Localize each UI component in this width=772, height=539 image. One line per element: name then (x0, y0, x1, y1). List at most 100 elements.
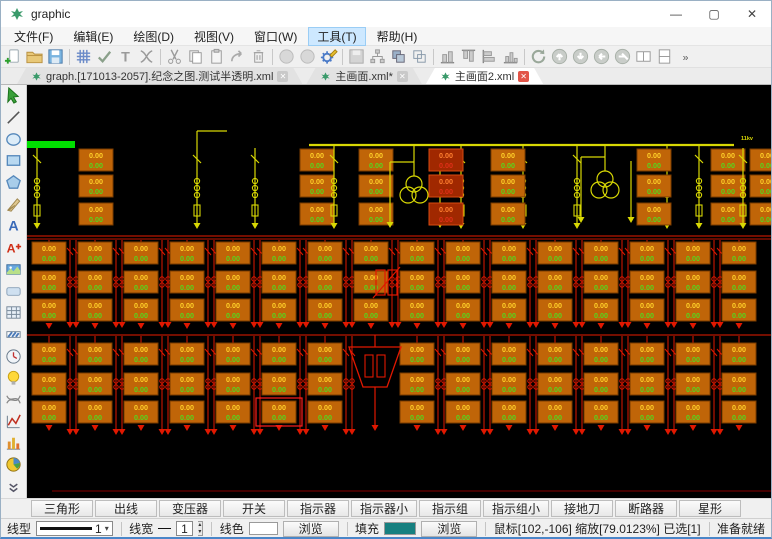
tab-close-icon[interactable]: ✕ (518, 71, 529, 82)
tree-view-button[interactable] (367, 46, 388, 67)
check-button[interactable] (94, 46, 115, 67)
undo-button[interactable] (276, 46, 297, 67)
maximize-button[interactable]: ▢ (695, 1, 733, 27)
image-tool[interactable] (2, 259, 26, 281)
line-width-stepper[interactable]: ▴ ▾ (198, 521, 204, 536)
menu-draw[interactable]: 绘图(D) (124, 27, 183, 46)
menu-window[interactable]: 窗口(W) (245, 27, 306, 46)
tile-vertical-button[interactable] (654, 46, 675, 67)
move-right-button[interactable] (612, 46, 633, 67)
more-tools[interactable] (2, 475, 26, 497)
ungroup-button[interactable] (409, 46, 430, 67)
line-color-swatch[interactable] (249, 522, 278, 535)
fan-tool[interactable] (2, 193, 26, 215)
svg-text:0.00: 0.00 (134, 403, 148, 412)
menu-file[interactable]: 文件(F) (5, 27, 62, 46)
curve-edit-button[interactable] (136, 46, 157, 67)
component-button-star[interactable]: 星形 (679, 500, 741, 517)
svg-text:0.00: 0.00 (42, 413, 56, 422)
fill-browse-button[interactable]: 浏览 (421, 521, 477, 537)
pie-chart-tool[interactable] (2, 454, 26, 476)
table-tool[interactable] (2, 302, 26, 324)
component-button-indicator-group[interactable]: 指示组 (419, 500, 481, 517)
ellipse-tool[interactable] (2, 128, 26, 150)
menu-edit[interactable]: 编辑(E) (64, 27, 122, 46)
save-all-button[interactable] (346, 46, 367, 67)
line-tool[interactable] (2, 107, 26, 129)
rectangle-tool[interactable] (2, 150, 26, 172)
component-button-out-line[interactable]: 出线 (95, 500, 157, 517)
text-style-button[interactable]: T (115, 46, 136, 67)
select-tool[interactable] (2, 85, 26, 107)
svg-text:0.00: 0.00 (89, 151, 103, 160)
move-down-button[interactable] (570, 46, 591, 67)
polygon-tool[interactable] (2, 172, 26, 194)
svg-text:0.00: 0.00 (88, 385, 102, 394)
line-color-browse-button[interactable]: 浏览 (283, 521, 339, 537)
move-left-button[interactable] (591, 46, 612, 67)
copy-button[interactable] (185, 46, 206, 67)
paste-format-button[interactable] (227, 46, 248, 67)
tile-horizontal-button[interactable] (633, 46, 654, 67)
settings-edit-button[interactable] (318, 46, 339, 67)
svg-text:0.00: 0.00 (180, 273, 194, 282)
redo-button[interactable] (297, 46, 318, 67)
delete-button[interactable] (248, 46, 269, 67)
tab-close-icon[interactable]: ✕ (277, 71, 288, 82)
svg-text:0.00: 0.00 (640, 345, 654, 354)
button-tool[interactable] (2, 280, 26, 302)
tab-2[interactable]: 主画面2.xml✕ (426, 68, 543, 84)
component-button-ground-knife[interactable]: 接地刀 (551, 500, 613, 517)
bulb-tool[interactable] (2, 367, 26, 389)
menu-view[interactable]: 视图(V) (185, 27, 243, 46)
rotate-button[interactable] (528, 46, 549, 67)
new-file-button[interactable] (3, 46, 24, 67)
svg-text:11kv: 11kv (741, 136, 754, 142)
fill-color-swatch[interactable] (384, 522, 416, 535)
bar-chart-tool[interactable] (2, 432, 26, 454)
paste-button[interactable] (206, 46, 227, 67)
svg-text:0.00: 0.00 (732, 301, 746, 310)
move-up-button[interactable] (549, 46, 570, 67)
tab-0[interactable]: graph.[171013-2057].纪念之图.测试半透明.xml✕ (17, 68, 302, 84)
component-button-indicator[interactable]: 指示器 (287, 500, 349, 517)
component-button-triangle[interactable]: 三角形 (31, 500, 93, 517)
line-chart-tool[interactable] (2, 410, 26, 432)
svg-text:0.00: 0.00 (501, 215, 515, 224)
clock-tool[interactable] (2, 345, 26, 367)
spin-down-icon[interactable]: ▾ (198, 529, 203, 536)
component-button-indicator-small[interactable]: 指示器小 (351, 500, 417, 517)
group-button[interactable] (388, 46, 409, 67)
grid-button[interactable] (73, 46, 94, 67)
progress-tool[interactable] (2, 324, 26, 346)
component-button-switch[interactable]: 开关 (223, 500, 285, 517)
drawing-canvas[interactable]: 11kv 0.00 0.00 0.00 0.00 0.00 0.00 0.00 0.00 0.00… (27, 85, 771, 498)
component-button-transformer[interactable]: 变压器 (159, 500, 221, 517)
open-folder-button[interactable] (24, 46, 45, 67)
align-left-button[interactable] (479, 46, 500, 67)
tab-1[interactable]: 主画面.xml*✕ (306, 68, 421, 84)
line-width-input[interactable]: 1 (176, 521, 192, 536)
line-width-label: 线宽 (129, 520, 153, 537)
chevron-down-icon[interactable]: ▾ (105, 524, 109, 533)
menu-help[interactable]: 帮助(H) (368, 27, 427, 46)
svg-text:0.00: 0.00 (310, 177, 324, 186)
align-bottom-button[interactable] (437, 46, 458, 67)
line-type-combo[interactable]: 1 ▾ (36, 521, 113, 536)
text-tool[interactable]: A (2, 215, 26, 237)
tab-close-icon[interactable]: ✕ (397, 71, 408, 82)
close-button[interactable]: ✕ (733, 1, 771, 27)
align-right-icon (501, 47, 520, 66)
menu-tools[interactable]: 工具(T) (308, 27, 365, 46)
minimize-button[interactable]: — (657, 1, 695, 27)
cut-button[interactable] (164, 46, 185, 67)
overflow-more-button[interactable]: » (675, 46, 696, 67)
component-button-indicator-group-small[interactable]: 指示组小 (483, 500, 549, 517)
text-plus-tool[interactable]: A (2, 237, 26, 259)
curve-tool[interactable] (2, 389, 26, 411)
save-button[interactable] (45, 46, 66, 67)
align-top-button[interactable] (458, 46, 479, 67)
tabbar: graph.[171013-2057].纪念之图.测试半透明.xml✕主画面.x… (1, 68, 771, 85)
align-right-button[interactable] (500, 46, 521, 67)
component-button-breaker[interactable]: 断路器 (615, 500, 677, 517)
